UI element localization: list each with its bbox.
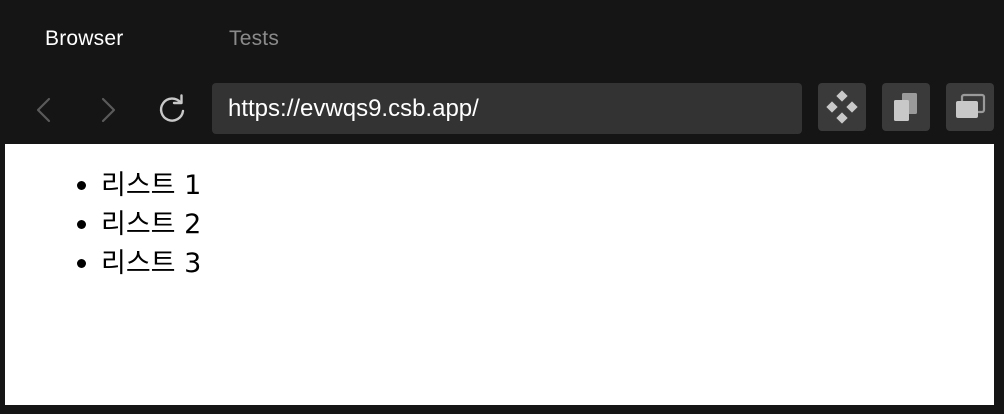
tab-tests[interactable]: Tests	[229, 26, 279, 52]
copy-icon	[894, 93, 917, 121]
forward-button[interactable]	[88, 90, 128, 130]
reload-icon	[159, 94, 185, 122]
back-button[interactable]	[24, 90, 64, 130]
tab-browser[interactable]: Browser	[45, 26, 123, 52]
browser-preview-panel: Browser Tests https://evwqs9.csb.app/ 리스…	[0, 0, 1004, 414]
list-item-text: 리스트 2	[101, 209, 202, 240]
url-input[interactable]	[228, 94, 788, 123]
list-item-text: 리스트 1	[101, 170, 202, 201]
list-item: 리스트 2	[75, 205, 201, 244]
copy-button[interactable]	[882, 83, 930, 131]
open-window-icon	[956, 93, 986, 118]
bullet-icon	[77, 181, 86, 190]
chevron-right-icon	[101, 97, 116, 123]
preview-viewport: 리스트 1 리스트 2 리스트 3	[5, 144, 994, 405]
address-bar[interactable]	[212, 83, 802, 134]
browser-toolbar	[0, 78, 1004, 144]
bullet-icon	[77, 259, 86, 268]
devtools-button[interactable]	[818, 83, 866, 131]
diamond-grid-icon	[826, 90, 858, 124]
panel-tab-bar: Browser Tests	[0, 0, 1004, 78]
bullet-icon	[77, 220, 86, 229]
list-item: 리스트 1	[75, 166, 201, 205]
chevron-left-icon	[36, 97, 51, 123]
bullet-list: 리스트 1 리스트 2 리스트 3	[75, 166, 201, 283]
reload-button[interactable]	[153, 90, 193, 130]
open-window-button[interactable]	[946, 83, 994, 131]
list-item: 리스트 3	[75, 244, 201, 283]
list-item-text: 리스트 3	[101, 248, 202, 279]
